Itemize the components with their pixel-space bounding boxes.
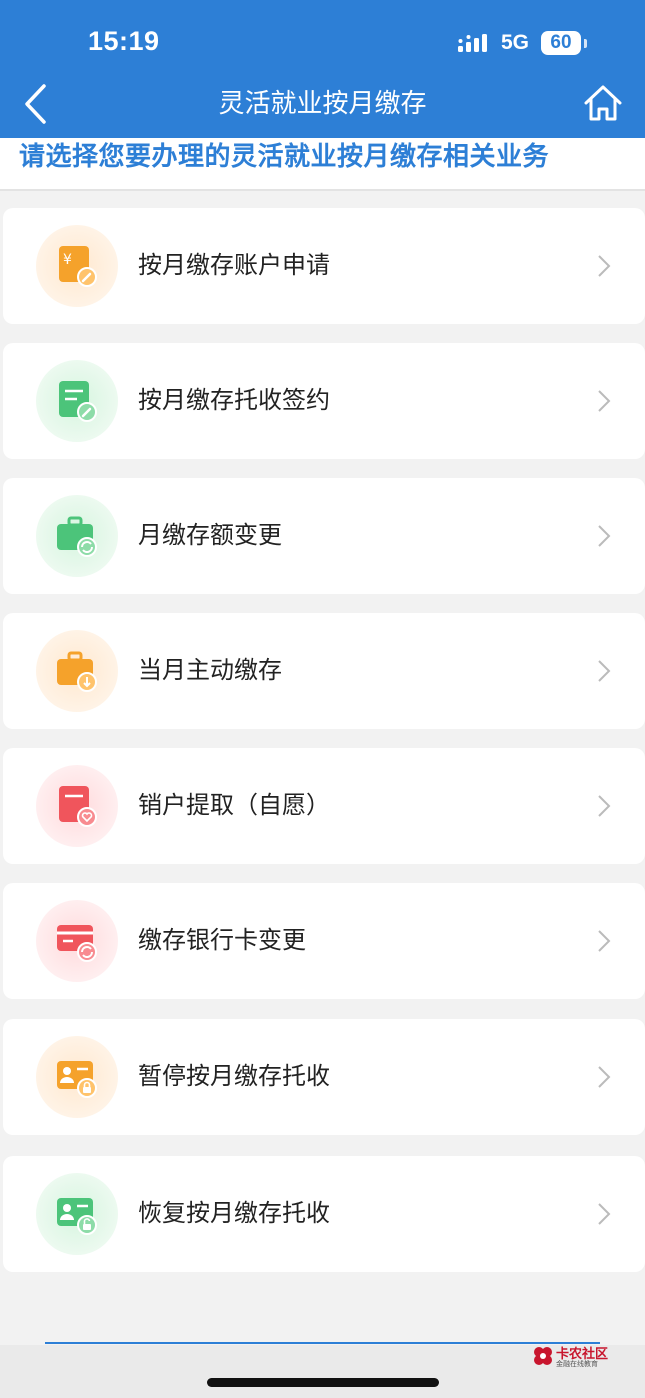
instruction-text: 请选择您要办理的灵活就业按月缴存相关业务 <box>19 142 550 172</box>
home-indicator[interactable] <box>207 1378 439 1387</box>
chevron-right-icon <box>598 525 611 547</box>
chevron-right-icon <box>598 255 611 277</box>
resume-collection-icon <box>36 1173 118 1255</box>
chevron-right-icon <box>598 660 611 682</box>
menu-item-label: 月缴存额变更 <box>138 521 282 549</box>
active-deposit-icon <box>36 630 118 712</box>
bank-card-change-icon <box>36 900 118 982</box>
menu-item-label: 按月缴存账户申请 <box>138 251 330 279</box>
amount-change-icon <box>36 495 118 577</box>
menu-item-bank-card-change[interactable]: 缴存银行卡变更 <box>3 883 645 999</box>
menu-item-contract-sign[interactable]: 按月缴存托收签约 <box>3 343 645 459</box>
chevron-right-icon <box>598 795 611 817</box>
menu-item-close-account[interactable]: 销户提取（自愿） <box>3 748 645 864</box>
chevron-right-icon <box>598 390 611 412</box>
app-header: 15:19 5G 60 灵活就业按月缴存 <box>0 0 645 138</box>
menu-item-account-apply[interactable]: ¥ 按月缴存账户申请 <box>3 208 645 324</box>
close-account-icon <box>36 765 118 847</box>
signal-icon <box>458 34 487 52</box>
menu-item-amount-change[interactable]: 月缴存额变更 <box>3 478 645 594</box>
contract-sign-icon <box>36 360 118 442</box>
menu-item-active-deposit[interactable]: 当月主动缴存 <box>3 613 645 729</box>
menu-item-label: 当月主动缴存 <box>138 656 282 684</box>
menu-item-label: 缴存银行卡变更 <box>138 926 306 954</box>
watermark-logo-icon <box>534 1347 552 1365</box>
menu-item-label: 按月缴存托收签约 <box>138 386 330 414</box>
status-time: 15:19 <box>88 26 160 56</box>
menu-item-resume-collection[interactable]: 恢复按月缴存托收 <box>3 1156 645 1272</box>
bottom-divider <box>45 1342 600 1344</box>
network-type: 5G <box>501 31 530 54</box>
menu-item-label: 销户提取（自愿） <box>138 791 330 819</box>
watermark-subtitle: 金融在线教育 <box>556 1360 598 1368</box>
instruction-banner: 请选择您要办理的灵活就业按月缴存相关业务 <box>0 138 645 191</box>
menu-item-pause-collection[interactable]: 暂停按月缴存托收 <box>3 1019 645 1135</box>
chevron-right-icon <box>598 1066 611 1088</box>
account-apply-icon: ¥ <box>36 225 118 307</box>
menu-item-label: 恢复按月缴存托收 <box>138 1199 330 1227</box>
chevron-right-icon <box>598 930 611 952</box>
menu-item-label: 暂停按月缴存托收 <box>138 1062 330 1090</box>
battery-icon: 60 <box>541 31 581 55</box>
battery-tip <box>584 39 587 48</box>
chevron-right-icon <box>598 1203 611 1225</box>
page-title: 灵活就业按月缴存 <box>218 89 427 119</box>
watermark: 卡农社区 金融在线教育 <box>532 1343 622 1373</box>
home-button[interactable] <box>582 82 624 124</box>
svg-text:¥: ¥ <box>63 252 72 268</box>
pause-collection-icon <box>36 1036 118 1118</box>
